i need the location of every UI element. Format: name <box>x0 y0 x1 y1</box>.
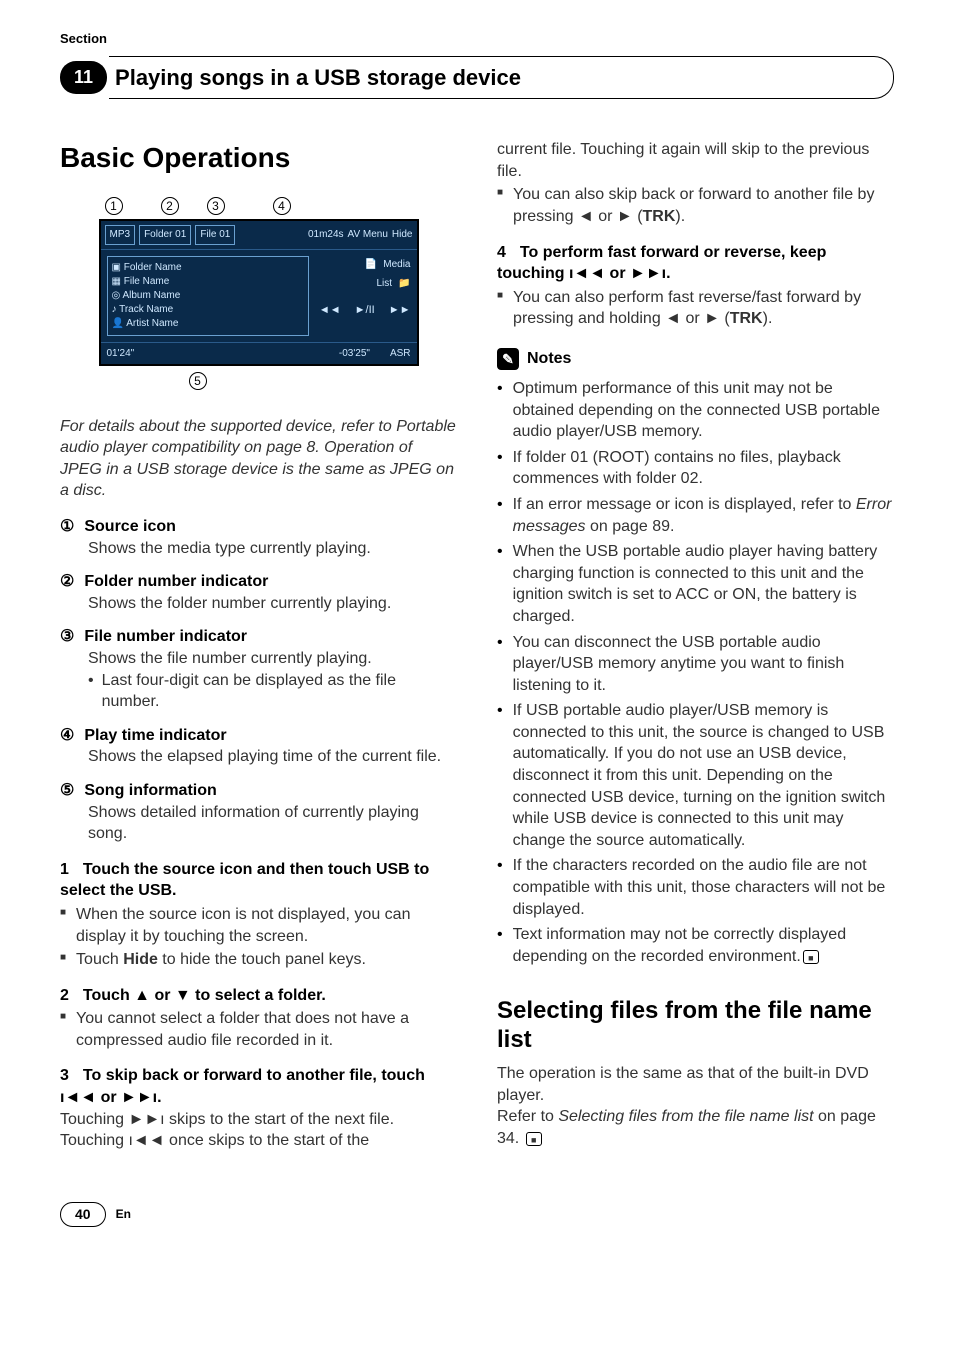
play-time: 01m24s <box>308 228 344 242</box>
note-item: If folder 01 (ROOT) contains no files, p… <box>497 447 894 490</box>
step-4: 4To perform fast forward or reverse, kee… <box>497 242 894 330</box>
chapter-title: Playing songs in a USB storage device <box>109 56 894 100</box>
page-footer: 40 En <box>60 1202 894 1227</box>
callout-1: 1 <box>105 197 123 215</box>
play-pause-icon[interactable]: ►/II <box>355 303 375 318</box>
continuation-text: current file. Touching it again will ski… <box>497 139 894 182</box>
elapsed-time: 01'24" <box>107 347 135 361</box>
selecting-p2: Refer to Selecting files from the file n… <box>497 1106 894 1149</box>
callout-3: 3 <box>207 197 225 215</box>
note-item: Text information may not be correctly di… <box>497 924 894 967</box>
info-track: ♪ Track Name <box>112 303 304 317</box>
pencil-icon: ✎ <box>497 348 519 370</box>
file-indicator: File 01 <box>195 225 235 245</box>
callout-5: 5 <box>189 372 207 390</box>
def-song-info: ⑤Song information Shows detailed informa… <box>60 780 457 845</box>
section-label: Section <box>60 30 894 48</box>
note-item: If the characters recorded on the audio … <box>497 855 894 920</box>
note-item: Optimum performance of this unit may not… <box>497 378 894 443</box>
def-play-time: ④Play time indicator Shows the elapsed p… <box>60 725 457 768</box>
next-track-icon[interactable]: ►► <box>389 303 411 318</box>
compat-note: For details about the supported device, … <box>60 416 457 502</box>
step-2: 2Touch ▲ or ▼ to select a folder. ■You c… <box>60 985 457 1052</box>
info-file: ▦ File Name <box>112 275 304 289</box>
remaining-time: -03'25" <box>339 347 370 361</box>
end-mark-icon: ■ <box>803 950 819 964</box>
bullet-icon: ■ <box>497 184 503 227</box>
hide-button[interactable]: Hide <box>392 228 413 242</box>
chapter-number: 11 <box>60 61 107 93</box>
bullet-icon: ■ <box>497 287 503 330</box>
callout-4: 4 <box>273 197 291 215</box>
info-folder: ▣ Folder Name <box>112 261 304 275</box>
info-artist: 👤 Artist Name <box>112 317 304 331</box>
page-number: 40 <box>60 1202 106 1227</box>
device-screenshot: 1 2 3 4 MP3 Folder 01 File 01 01m24s AV … <box>99 197 419 392</box>
step-1: 1Touch the source icon and then touch US… <box>60 859 457 971</box>
song-info-panel: ▣ Folder Name ▦ File Name ◎ Album Name ♪… <box>107 256 309 336</box>
def-folder-indicator: ②Folder number indicator Shows the folde… <box>60 571 457 614</box>
step-3: 3To skip back or forward to another file… <box>60 1065 457 1151</box>
folder-indicator: Folder 01 <box>139 225 191 245</box>
note-item: You can disconnect the USB portable audi… <box>497 632 894 697</box>
left-column: Basic Operations 1 2 3 4 MP3 Folder 01 F… <box>60 139 457 1152</box>
bullet-icon: ■ <box>60 904 66 947</box>
av-menu-button[interactable]: AV Menu <box>348 228 388 242</box>
heading-selecting-files: Selecting files from the file name list <box>497 997 894 1055</box>
bullet-icon: ■ <box>60 949 66 971</box>
heading-basic-operations: Basic Operations <box>60 139 457 177</box>
language-label: En <box>116 1206 131 1222</box>
note-item: If USB portable audio player/USB memory … <box>497 700 894 851</box>
prev-track-icon[interactable]: ◄◄ <box>319 303 341 318</box>
info-album: ◎ Album Name <box>112 289 304 303</box>
selecting-p1: The operation is the same as that of the… <box>497 1063 894 1106</box>
list-button[interactable]: List 📁 <box>376 277 410 291</box>
right-column: current file. Touching it again will ski… <box>497 139 894 1152</box>
bullet-icon: ■ <box>60 1008 66 1051</box>
def-source-icon: ①Source icon Shows the media type curren… <box>60 516 457 559</box>
asr-indicator: ASR <box>390 347 411 361</box>
notes-list: Optimum performance of this unit may not… <box>497 378 894 967</box>
media-button[interactable]: 📄 Media <box>365 258 411 272</box>
callout-2: 2 <box>161 197 179 215</box>
def-file-indicator: ③File number indicator Shows the file nu… <box>60 626 457 712</box>
end-mark-icon: ■ <box>526 1132 542 1146</box>
note-item: If an error message or icon is displayed… <box>497 494 894 537</box>
notes-heading: ✎ Notes <box>497 348 894 370</box>
source-icon[interactable]: MP3 <box>105 225 136 245</box>
chapter-header: 11 Playing songs in a USB storage device <box>60 56 894 100</box>
note-item: When the USB portable audio player havin… <box>497 541 894 627</box>
